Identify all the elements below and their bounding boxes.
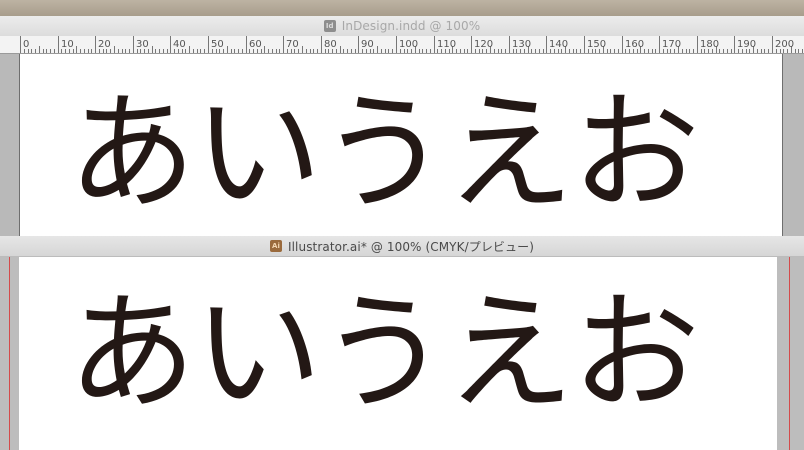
- indesign-window-titlebar[interactable]: Id InDesign.indd @ 100%: [0, 16, 804, 37]
- ruler-label: 190: [737, 39, 756, 50]
- horizontal-ruler[interactable]: 0 10 20 30 40 50 60 70 80 90 100 110 120 130 140 150 160…: [0, 36, 804, 54]
- illustrator-sample-text[interactable]: あいうえお: [68, 290, 700, 418]
- ruler-label: 30: [136, 39, 149, 50]
- bleed-guide-right: [789, 257, 790, 450]
- ruler-label: 10: [61, 39, 74, 50]
- bleed-guide-left: [9, 257, 10, 450]
- illustrator-window-titlebar[interactable]: Ai Illustrator.ai* @ 100% (CMYK/プレビュー): [0, 236, 804, 257]
- ruler-label: 170: [662, 39, 681, 50]
- indesign-file-icon: Id: [323, 20, 336, 32]
- ruler-label: 90: [361, 39, 374, 50]
- ruler-label: 80: [324, 39, 337, 50]
- ruler-label: 60: [249, 39, 262, 50]
- ruler-label: 110: [437, 39, 456, 50]
- ruler-label: 200: [775, 39, 794, 50]
- illustrator-window-title: Illustrator.ai* @ 100% (CMYK/プレビュー): [287, 239, 535, 254]
- ruler-label: 40: [173, 39, 186, 50]
- ruler-label: 50: [211, 39, 224, 50]
- ruler-label: 70: [286, 39, 299, 50]
- ruler-label: 100: [399, 39, 418, 50]
- ruler-label: 150: [587, 39, 606, 50]
- ruler-label: 20: [98, 39, 111, 50]
- indesign-sample-text[interactable]: あいうえお: [68, 90, 700, 218]
- indesign-window-title: InDesign.indd @ 100%: [341, 19, 481, 33]
- ruler-label: 140: [549, 39, 568, 50]
- top-background-strip: [0, 0, 804, 16]
- ruler-label: 180: [700, 39, 719, 50]
- ruler-label: 0: [23, 39, 29, 50]
- ruler-label: 120: [474, 39, 493, 50]
- ruler-label: 160: [625, 39, 644, 50]
- ruler-ticks: 0 10 20 30 40 50 60 70 80 90 100 110 120 130 140 150 160…: [20, 36, 803, 53]
- ruler-label: 130: [512, 39, 531, 50]
- illustrator-file-icon: Ai: [269, 240, 282, 252]
